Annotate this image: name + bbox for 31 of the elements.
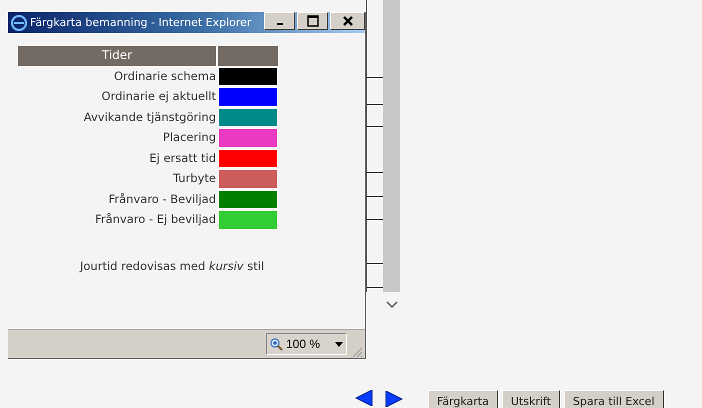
action-button[interactable]: Spara till Excel bbox=[564, 390, 664, 408]
zoom-level: 100 % bbox=[286, 337, 320, 351]
legend-label: Avvikande tjänstgöring bbox=[82, 108, 216, 126]
close-button[interactable] bbox=[330, 12, 365, 30]
action-button[interactable]: Färgkarta bbox=[428, 390, 498, 408]
next-arrow-icon[interactable] bbox=[385, 391, 403, 407]
legend-label: Ordinarie schema bbox=[113, 68, 216, 84]
column-header bbox=[218, 46, 278, 66]
legend-label: Turbyte bbox=[172, 170, 216, 187]
legend-label: Frånvaro - Ej beviljad bbox=[94, 211, 216, 228]
dropdown-caret-icon bbox=[335, 342, 344, 346]
scrollbar[interactable] bbox=[383, 0, 400, 292]
note-text: Jourtid redovisas med kursiv stil bbox=[80, 258, 266, 272]
previous-arrow-icon[interactable] bbox=[355, 390, 373, 406]
close-icon bbox=[342, 15, 354, 27]
resize-grip-icon[interactable] bbox=[351, 346, 363, 358]
browser-logo-icon bbox=[11, 14, 27, 30]
legend-label: Frånvaro - Beviljad bbox=[108, 190, 216, 208]
legend-label: Placering bbox=[162, 129, 216, 146]
legend-label: Ordinarie ej aktuellt bbox=[100, 88, 216, 105]
action-button[interactable]: Utskrift bbox=[502, 390, 560, 408]
window-title: Färgkarta bemanning - Internet Explorer bbox=[30, 16, 252, 29]
maximize-icon bbox=[306, 15, 318, 27]
zoom-icon bbox=[270, 338, 283, 350]
zoom-control[interactable]: 100 % bbox=[266, 333, 347, 355]
legend-label: Ej ersatt tid bbox=[148, 150, 216, 166]
maximize-button[interactable] bbox=[297, 12, 328, 30]
column-header: Tider bbox=[18, 46, 216, 66]
minimize-icon bbox=[276, 23, 282, 25]
scroll-down-icon[interactable] bbox=[386, 301, 398, 309]
minimize-button[interactable] bbox=[264, 12, 295, 30]
